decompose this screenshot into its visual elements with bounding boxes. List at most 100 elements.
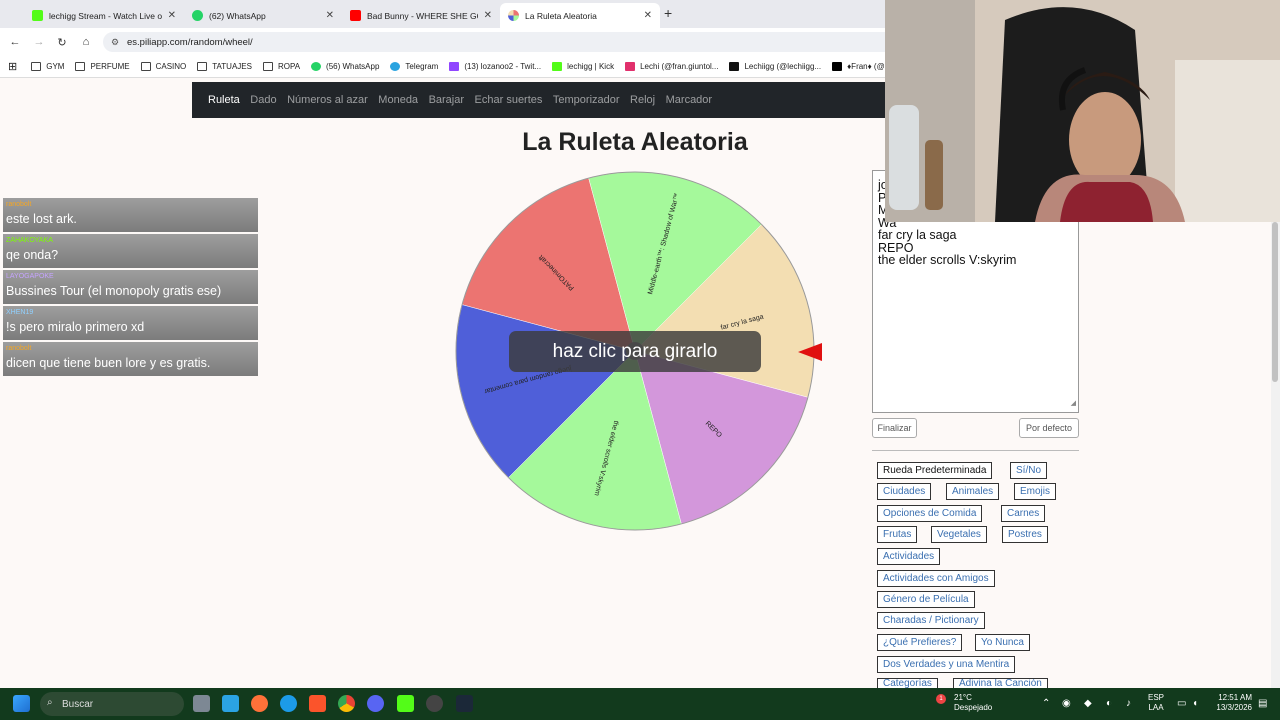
bookmark-perfume[interactable]: PERFUME [75, 62, 130, 71]
preset-actividades-amigos[interactable]: Actividades con Amigos [877, 570, 995, 587]
bookmark-label: Lechiigg (@lechiigg... [744, 62, 822, 71]
file-explorer-icon[interactable] [222, 695, 239, 712]
tray-gamepad-icon[interactable]: ◆ [1084, 698, 1092, 709]
whatsapp-icon [192, 10, 203, 21]
bookmark-ropa[interactable]: ROPA [262, 62, 300, 71]
preset-frutas[interactable]: Frutas [877, 526, 918, 543]
nav-echar-suertes[interactable]: Echar suertes [475, 94, 543, 106]
preset-adivina-cancion[interactable]: Adivina la Canción [953, 678, 1048, 688]
kick-app-icon[interactable] [397, 695, 414, 712]
option-line: the elder scrolls V:skyrim [878, 253, 1017, 267]
chat-username: ZAHAKOYAKA [6, 237, 53, 244]
obs-icon[interactable] [426, 695, 443, 712]
preset-si-no[interactable]: Sí/No [1010, 462, 1048, 479]
x-icon [832, 62, 843, 71]
nav-marcador[interactable]: Marcador [666, 94, 712, 106]
tray-app-icon[interactable]: ◐ [1106, 698, 1112, 709]
bookmark-label: GYM [46, 62, 65, 71]
volume-icon[interactable]: ◖ [1192, 698, 1198, 709]
windows-taskbar: ⌕ Buscar 1 21°C Despejado ⌃ ◉ ◆ ◐ ♪ ESP … [0, 688, 1280, 720]
forward-icon[interactable]: → [30, 33, 48, 51]
browser-tab-ruleta[interactable]: La Ruleta Aleatoria ✕ [500, 3, 660, 28]
close-icon[interactable]: ✕ [326, 10, 334, 21]
bookmark-twitch[interactable]: (13) lozanoo2 - Twit... [449, 62, 541, 71]
nav-numeros[interactable]: Números al azar [287, 94, 368, 106]
tray-chevron-icon[interactable]: ⌃ [1042, 698, 1050, 709]
back-icon[interactable]: ← [6, 33, 24, 51]
task-view-icon[interactable] [193, 695, 210, 712]
preset-animales[interactable]: Animales [946, 483, 1000, 500]
reload-icon[interactable]: ↻ [53, 33, 71, 51]
apps-icon[interactable]: ⊞ [8, 60, 17, 73]
bookmark-tatuajes[interactable]: TATUAJES [197, 62, 252, 71]
weather-widget[interactable]: 21°C Despejado [954, 693, 992, 713]
steam-icon[interactable] [456, 695, 473, 712]
folder-icon [262, 62, 273, 71]
preset-dos-verdades[interactable]: Dos Verdades y una Mentira [877, 656, 1016, 673]
windows-start-icon[interactable] [13, 695, 30, 712]
preset-yo-nunca[interactable]: Yo Nunca [975, 634, 1030, 651]
tab-title: lechigg Stream - Watch Live on [49, 10, 162, 21]
preset-actividades[interactable]: Actividades [877, 548, 941, 565]
bookmark-tiktok[interactable]: Lechiigg (@lechiigg... [729, 62, 821, 71]
chrome-icon[interactable] [338, 695, 355, 712]
discord-icon[interactable] [367, 695, 384, 712]
weather-desc: Despejado [954, 703, 993, 712]
pointer-shape [798, 343, 822, 361]
preset-postres[interactable]: Postres [1002, 526, 1048, 543]
bookmark-x[interactable]: ♦Fran♦ (@ [832, 62, 885, 71]
url-field[interactable]: ⚙ es.piliapp.com/random/wheel/ [103, 32, 1003, 52]
brave-icon[interactable] [309, 695, 326, 712]
bookmark-whatsapp[interactable]: (56) WhatsApp [311, 62, 379, 71]
home-icon[interactable]: ⌂ [77, 33, 95, 51]
nav-ruleta[interactable]: Ruleta [208, 94, 240, 106]
folder-icon [197, 62, 208, 71]
browser-tab-youtube[interactable]: Bad Bunny - WHERE SHE GOES ✕ [342, 3, 500, 28]
close-icon[interactable]: ✕ [644, 10, 652, 21]
browser-tab-whatsapp[interactable]: (62) WhatsApp ✕ [184, 3, 342, 28]
language-indicator[interactable]: ESP LAA [1148, 693, 1164, 713]
preset-ciudades[interactable]: Ciudades [877, 483, 932, 500]
close-icon[interactable]: ✕ [168, 10, 176, 21]
tray-mic-icon[interactable]: ♪ [1126, 698, 1131, 709]
bookmark-telegram[interactable]: Telegram [390, 62, 438, 71]
preset-rueda-predeterminada[interactable]: Rueda Predeterminada [877, 462, 993, 479]
tray-steam-icon[interactable]: ◉ [1062, 698, 1071, 709]
spin-button[interactable]: haz clic para girarlo [509, 331, 761, 372]
preset-que-prefieres[interactable]: ¿Qué Prefieres? [877, 634, 963, 651]
firefox-icon[interactable] [251, 695, 268, 712]
site-info-icon[interactable]: ⚙ [111, 37, 119, 48]
bookmark-gym[interactable]: GYM [31, 62, 64, 71]
chat-username: ranobolt [6, 345, 32, 352]
preset-vegetales[interactable]: Vegetales [931, 526, 987, 543]
preset-genero-pelicula[interactable]: Género de Película [877, 591, 975, 608]
nav-moneda[interactable]: Moneda [378, 94, 418, 106]
browser-tab-kick[interactable]: lechigg Stream - Watch Live on ✕ [24, 3, 184, 28]
finish-button[interactable]: Finalizar [872, 418, 917, 438]
preset-emojis[interactable]: Emojis [1014, 483, 1057, 500]
edge-icon[interactable] [280, 695, 297, 712]
bookmark-casino[interactable]: CASINO [140, 62, 186, 71]
taskbar-search[interactable]: ⌕ Buscar [40, 692, 184, 716]
new-tab-icon[interactable]: + [664, 5, 672, 21]
page-scrollbar[interactable] [1271, 222, 1280, 688]
nav-reloj[interactable]: Reloj [630, 94, 655, 106]
bookmark-label: Lechi (@fran.giuntol... [640, 62, 719, 71]
network-icon[interactable]: ▭ [1177, 698, 1186, 709]
notifications-icon[interactable]: ▤ [1258, 698, 1267, 709]
spin-label: haz clic para girarlo [552, 340, 718, 362]
nav-dado[interactable]: Dado [250, 94, 276, 106]
default-button[interactable]: Por defecto [1019, 418, 1079, 438]
clock[interactable]: 12:51 AM 13/3/2026 [1200, 693, 1252, 713]
preset-carnes[interactable]: Carnes [1001, 505, 1046, 522]
bookmark-instagram[interactable]: Lechi (@fran.giuntol... [625, 62, 718, 71]
preset-opciones-comida[interactable]: Opciones de Comida [877, 505, 983, 522]
scrollbar-thumb[interactable] [1272, 222, 1278, 382]
bookmark-kick[interactable]: lechigg | Kick [552, 62, 614, 71]
close-icon[interactable]: ✕ [484, 10, 492, 21]
resize-handle-icon[interactable]: ◢ [1071, 398, 1076, 411]
preset-categorias[interactable]: Categorías [877, 678, 938, 688]
nav-barajar[interactable]: Barajar [429, 94, 464, 106]
nav-temporizador[interactable]: Temporizador [553, 94, 620, 106]
preset-charadas[interactable]: Charadas / Pictionary [877, 612, 985, 629]
